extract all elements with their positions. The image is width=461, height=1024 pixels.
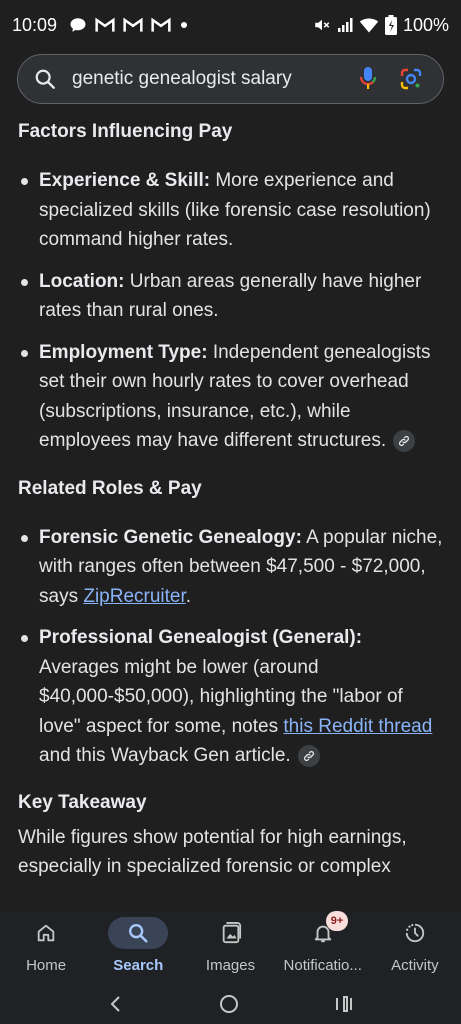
dot-icon bbox=[179, 20, 189, 30]
bottom-navigation: Home Search Images 9+ Notificatio... Act… bbox=[0, 911, 461, 984]
images-icon bbox=[222, 922, 241, 944]
section-heading-factors: Factors Influencing Pay bbox=[18, 121, 233, 142]
status-bar: 10:09 100% bbox=[0, 0, 461, 50]
list-item: Location: Urban areas generally have hig… bbox=[18, 267, 443, 326]
section-heading-takeaway: Key Takeaway bbox=[18, 791, 147, 813]
status-left: 10:09 bbox=[12, 15, 189, 36]
mute-icon bbox=[313, 16, 331, 34]
list-item-term: Employment Type: bbox=[39, 341, 208, 363]
recent-apps-icon[interactable] bbox=[334, 994, 354, 1014]
gmail-icon bbox=[151, 17, 171, 33]
related-list: Forensic Genetic Genealogy: A popular ni… bbox=[18, 523, 443, 771]
nav-label: Images bbox=[205, 957, 256, 974]
list-item-term: Location: bbox=[39, 270, 125, 292]
list-item: Experience & Skill: More experience and … bbox=[18, 166, 443, 255]
nav-label: Home bbox=[26, 957, 67, 974]
list-item-term: Experience & Skill: bbox=[39, 170, 211, 191]
list-item-term: Forensic Genetic Genealogy: bbox=[39, 526, 302, 548]
search-icon[interactable] bbox=[34, 68, 56, 90]
ai-overview-content: Factors Influencing Pay Experience & Ski… bbox=[0, 110, 461, 916]
battery-icon bbox=[384, 15, 397, 35]
nav-activity[interactable]: Activity bbox=[369, 912, 461, 984]
system-navigation-bar bbox=[0, 984, 461, 1024]
home-icon bbox=[37, 924, 55, 942]
gmail-icon bbox=[95, 17, 115, 33]
nav-pill bbox=[385, 917, 445, 949]
search-actions bbox=[359, 66, 423, 92]
list-item: Employment Type: Independent genealogist… bbox=[18, 338, 443, 456]
citation-link-button[interactable] bbox=[393, 429, 416, 452]
back-icon[interactable] bbox=[107, 994, 125, 1014]
battery-percent: 100% bbox=[402, 14, 449, 35]
signal-icon bbox=[337, 17, 353, 33]
list-item-tail: . bbox=[185, 585, 192, 607]
nav-label: Search bbox=[113, 957, 164, 974]
nav-pill bbox=[108, 917, 169, 949]
nav-notifications[interactable]: 9+ Notificatio... bbox=[277, 911, 369, 984]
search-bar[interactable]: genetic genealogist salary bbox=[17, 54, 444, 104]
status-time: 10:09 bbox=[12, 14, 58, 35]
microphone-icon[interactable] bbox=[359, 66, 377, 92]
citation-link-button[interactable] bbox=[297, 744, 320, 767]
list-item: Professional Genealogist (General): Aver… bbox=[18, 623, 443, 771]
home-circle-icon[interactable] bbox=[218, 993, 240, 1015]
nav-label: Activity bbox=[391, 957, 439, 974]
factors-list: Experience & Skill: More experience and … bbox=[18, 166, 443, 456]
nav-search[interactable]: Search bbox=[92, 912, 184, 984]
lens-icon[interactable] bbox=[399, 67, 423, 91]
link-icon bbox=[399, 435, 410, 447]
nav-label: Notificatio... bbox=[283, 957, 362, 974]
chat-icon bbox=[69, 16, 87, 34]
nav-pill bbox=[16, 917, 76, 949]
search-input[interactable]: genetic genealogist salary bbox=[72, 68, 359, 90]
notification-badge: 9+ bbox=[325, 911, 349, 931]
wifi-icon bbox=[359, 16, 379, 34]
nav-images[interactable]: Images bbox=[184, 912, 276, 984]
nav-pill: 9+ bbox=[293, 911, 353, 949]
section-heading-related: Related Roles & Pay bbox=[18, 477, 202, 499]
list-item: Forensic Genetic Genealogy: A popular ni… bbox=[18, 523, 443, 612]
nav-pill bbox=[201, 917, 261, 949]
reddit-thread-link[interactable]: this Reddit thread bbox=[283, 716, 432, 737]
status-right: 100% bbox=[313, 15, 449, 36]
list-item-term: Professional Genealogist (General): bbox=[39, 627, 363, 648]
ziprecruiter-link[interactable]: ZipRecruiter bbox=[83, 586, 185, 607]
search-icon bbox=[129, 924, 148, 943]
activity-icon bbox=[405, 923, 425, 943]
link-icon bbox=[303, 750, 314, 762]
nav-home[interactable]: Home bbox=[0, 912, 92, 984]
list-item-tail: and this Wayback Gen article. bbox=[39, 745, 291, 766]
takeaway-text: While figures show potential for high ea… bbox=[18, 826, 407, 878]
gmail-icon bbox=[123, 17, 143, 33]
